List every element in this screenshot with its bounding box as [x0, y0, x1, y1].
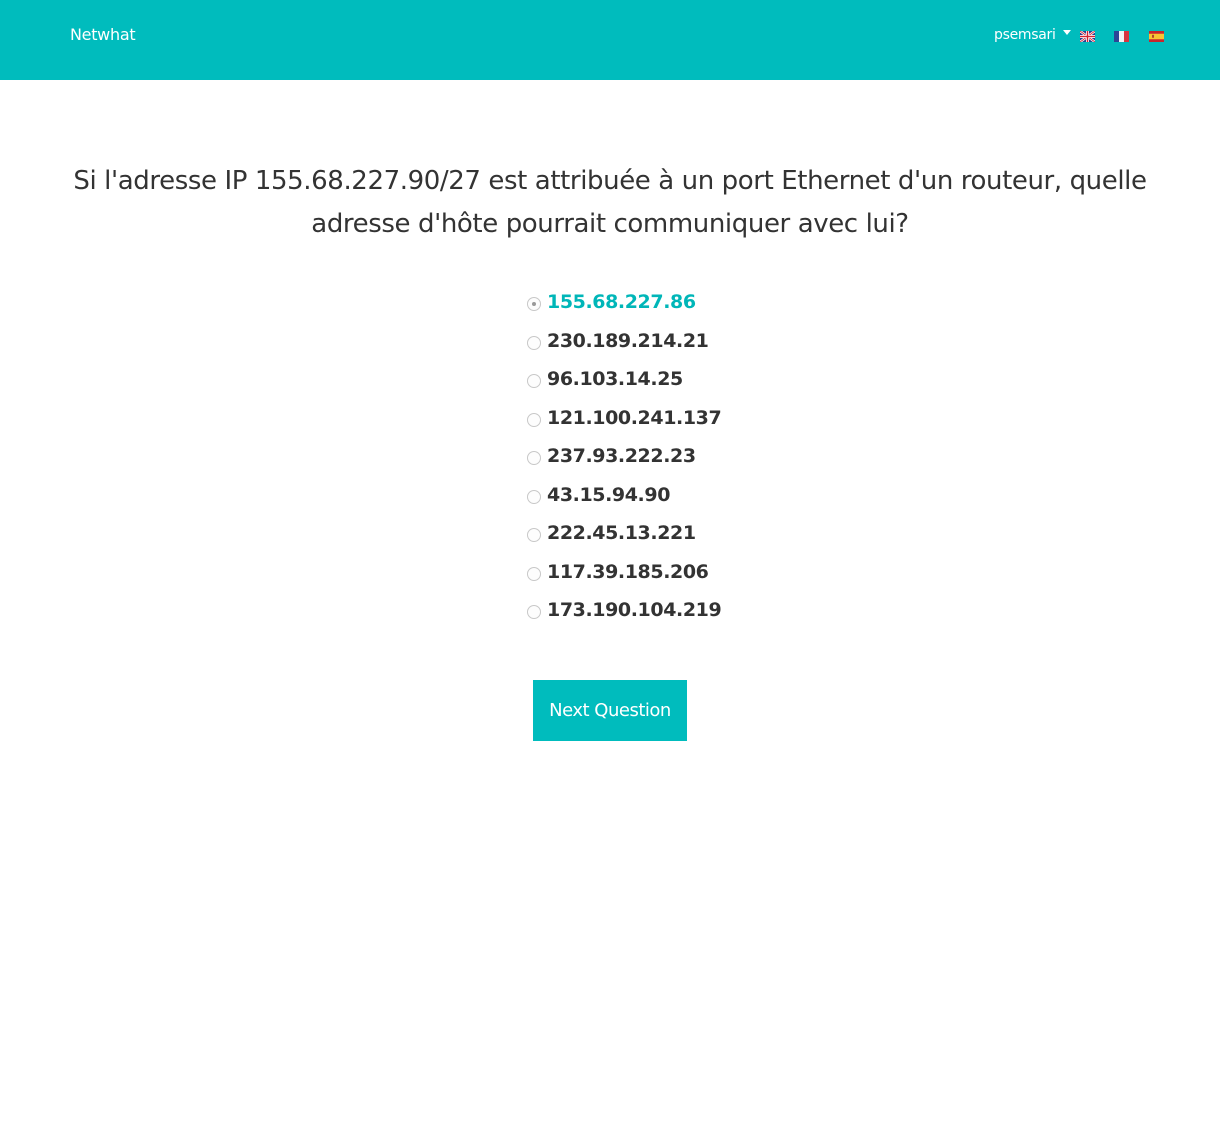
answer-label[interactable]: 237.93.222.23 — [547, 445, 696, 467]
answer-option[interactable]: 230.189.214.21 — [527, 322, 721, 361]
answer-label[interactable]: 173.190.104.219 — [547, 599, 722, 621]
answer-label[interactable]: 96.103.14.25 — [547, 368, 683, 390]
username: psemsari — [994, 27, 1056, 43]
answer-option[interactable]: 43.15.94.90 — [527, 476, 721, 515]
answer-options: 155.68.227.86 230.189.214.21 96.103.14.2… — [527, 283, 722, 630]
radio-button[interactable] — [527, 335, 541, 350]
user-dropdown[interactable]: psemsari — [994, 27, 1071, 43]
answer-option[interactable]: 96.103.14.25 — [527, 360, 721, 399]
radio-button[interactable] — [527, 528, 541, 543]
next-question-button[interactable]: Next Question — [533, 680, 687, 741]
answer-label[interactable]: 121.100.241.137 — [547, 407, 722, 429]
radio-button[interactable] — [527, 297, 541, 312]
radio-button[interactable] — [527, 489, 541, 504]
answer-label[interactable]: 155.68.227.86 — [547, 291, 696, 313]
answer-label[interactable]: 222.45.13.221 — [547, 522, 696, 544]
answer-option[interactable]: 117.39.185.206 — [527, 553, 721, 592]
radio-button[interactable] — [527, 451, 541, 466]
radio-button[interactable] — [527, 605, 541, 620]
uk-flag-icon[interactable] — [1080, 31, 1095, 42]
navbar: Netwhat psemsari — [0, 0, 1220, 80]
answer-option[interactable]: 237.93.222.23 — [527, 437, 721, 476]
question-line-1: Si l'adresse IP 155.68.227.90/27 est att… — [73, 166, 1147, 196]
answer-option[interactable]: 121.100.241.137 — [527, 399, 722, 438]
france-flag-icon[interactable] — [1114, 31, 1129, 42]
spain-flag-icon[interactable] — [1149, 31, 1164, 42]
answer-label[interactable]: 117.39.185.206 — [547, 561, 709, 583]
radio-button[interactable] — [527, 566, 541, 581]
answer-option[interactable]: 155.68.227.86 — [527, 283, 721, 322]
caret-down-icon — [1062, 29, 1071, 35]
question-text: Si l'adresse IP 155.68.227.90/27 est att… — [60, 160, 1160, 246]
question-line-2: adresse d'hôte pourrait communiquer avec… — [311, 209, 909, 239]
answer-label[interactable]: 43.15.94.90 — [547, 484, 670, 506]
answer-option[interactable]: 222.45.13.221 — [527, 514, 721, 553]
radio-button[interactable] — [527, 412, 541, 427]
answer-label[interactable]: 230.189.214.21 — [547, 330, 709, 352]
answer-option[interactable]: 173.190.104.219 — [527, 591, 722, 630]
radio-button[interactable] — [527, 374, 541, 389]
brand-link[interactable]: Netwhat — [70, 25, 136, 44]
